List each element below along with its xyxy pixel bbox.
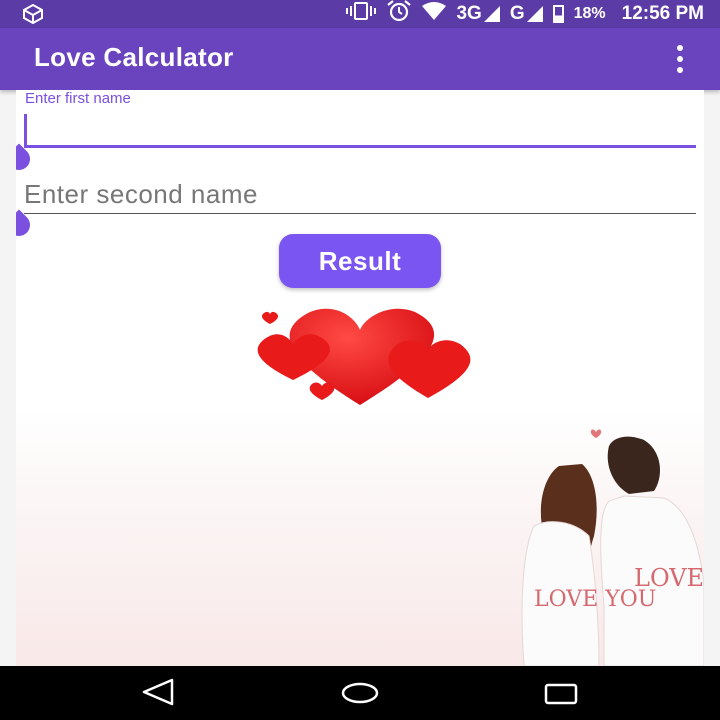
text-cursor <box>24 114 27 146</box>
hearts-image <box>257 308 471 405</box>
battery-icon <box>552 5 564 23</box>
network-3g-label: 3G <box>456 3 482 24</box>
status-bar: 3G G 18% 12:56 PM <box>0 0 720 28</box>
app-notification-icon <box>22 3 44 29</box>
wifi-icon <box>422 2 447 26</box>
first-name-field[interactable] <box>24 114 696 148</box>
more-vert-icon[interactable] <box>670 45 690 73</box>
result-button[interactable]: Result <box>279 234 441 288</box>
clock: 12:56 PM <box>621 3 704 24</box>
main-content: Enter first name Result L <box>16 90 704 666</box>
navigation-bar <box>0 666 720 720</box>
cursor-handle[interactable] <box>16 209 35 241</box>
second-name-field[interactable] <box>24 178 696 214</box>
back-icon[interactable] <box>140 678 176 711</box>
recent-apps-icon[interactable] <box>544 683 578 710</box>
couple-image: LOVE YOU LOVE YOU <box>521 429 704 666</box>
alarm-icon <box>386 0 412 28</box>
app-bar: Love Calculator <box>0 28 720 90</box>
first-name-label: Enter first name <box>25 90 131 107</box>
vibrate-icon <box>346 1 377 27</box>
shirt-text-left: LOVE YOU <box>534 587 656 612</box>
app-title: Love Calculator <box>34 42 234 72</box>
second-name-input[interactable] <box>24 178 696 210</box>
cursor-handle[interactable] <box>16 143 35 175</box>
network-g-label: G <box>509 3 525 24</box>
signal-icon <box>483 6 500 22</box>
second-name-underline <box>24 213 696 214</box>
battery-percent: 18% <box>573 5 606 22</box>
signal-icon <box>526 6 543 22</box>
home-icon[interactable] <box>340 681 380 710</box>
first-name-underline <box>24 145 696 148</box>
